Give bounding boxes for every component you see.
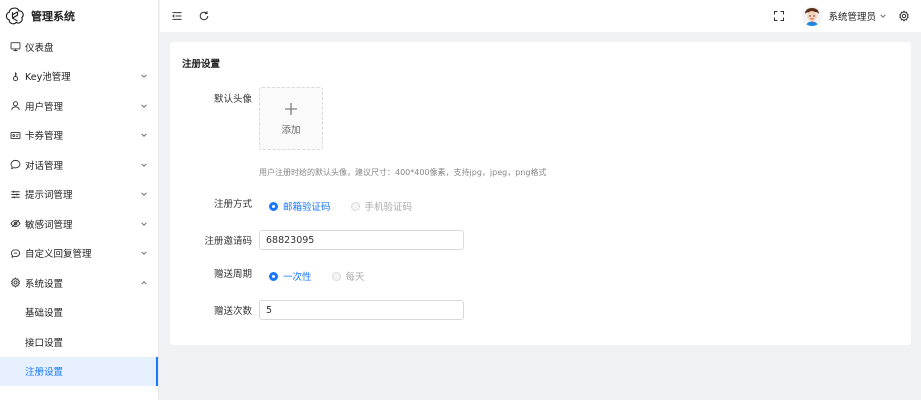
gift-count-label: 赠送次数 xyxy=(213,306,252,317)
invite-code-label: 注册邀请码 xyxy=(204,236,252,247)
sidebar-item-custom-reply[interactable]: 自定义回复管理 xyxy=(0,239,158,269)
radio-dot xyxy=(331,271,341,281)
gift-count-input[interactable] xyxy=(259,300,464,320)
chevron-down-icon xyxy=(140,190,148,198)
radio-dot xyxy=(269,201,278,211)
chevron-down-icon[interactable] xyxy=(879,12,887,20)
radio-label: 手机验证码 xyxy=(364,202,413,213)
radio-phone-code[interactable]: 手机验证码 xyxy=(350,199,413,213)
chevron-down-icon xyxy=(140,72,148,80)
settings-gear-icon[interactable] xyxy=(897,9,911,23)
app-title: 管理系统 xyxy=(31,10,75,23)
sliders-icon xyxy=(9,188,21,200)
avatar[interactable] xyxy=(802,6,823,26)
sidebar-item-label: 自定义回复管理 xyxy=(25,249,92,261)
sidebar-item-dashboard[interactable]: 仪表盘 xyxy=(0,32,158,62)
register-settings-card: 注册设置 默认头像 添加 用户注册时给的默认头像，建议尺寸：400*400像素，… xyxy=(170,42,911,345)
sidebar-item-label: 敏感词管理 xyxy=(25,219,73,231)
app-logo-area[interactable]: 管理系统 xyxy=(0,0,158,32)
sidebar-item-label: Key池管理 xyxy=(25,72,71,84)
chevron-down-icon xyxy=(140,220,148,228)
radio-email-code[interactable]: 邮箱验证码 xyxy=(269,199,331,213)
radio-label: 每天 xyxy=(345,272,365,283)
chat-icon xyxy=(9,159,21,171)
gear-icon xyxy=(9,277,21,289)
gift-period-label: 赠送周期 xyxy=(213,269,252,280)
user-icon xyxy=(9,100,21,112)
page-title: 注册设置 xyxy=(182,59,221,70)
sidebar-item-users[interactable]: 用户管理 xyxy=(0,91,158,121)
sidebar-item-label: 系统设置 xyxy=(25,278,64,290)
sidebar-subitem-label: 基础设置 xyxy=(25,308,64,320)
radio-dot xyxy=(269,271,278,281)
sidebar-subitem-label: 接口设置 xyxy=(25,337,64,349)
menu-fold-icon[interactable] xyxy=(170,9,184,23)
chevron-down-icon xyxy=(140,249,148,257)
sidebar-menu: 仪表盘 Key池管理 用户管理 卡券管理 对话管理 提示词管理 敏感词管理 自定… xyxy=(0,32,158,386)
sidebar-subitem-register-settings[interactable]: 注册设置 xyxy=(0,356,158,386)
user-name[interactable]: 系统管理员 xyxy=(828,9,876,23)
sidebar-item-label: 用户管理 xyxy=(25,101,64,113)
radio-one-time[interactable]: 一次性 xyxy=(269,269,312,283)
fullscreen-icon[interactable] xyxy=(772,9,786,23)
sidebar-item-system-settings[interactable]: 系统设置 xyxy=(0,268,158,298)
openai-logo-icon xyxy=(5,6,25,26)
radio-label: 一次性 xyxy=(283,272,312,283)
upload-label: 添加 xyxy=(281,124,301,136)
avatar-label: 默认头像 xyxy=(213,94,252,105)
card-icon xyxy=(9,129,21,141)
sidebar-item-chats[interactable]: 对话管理 xyxy=(0,150,158,180)
sidebar-item-label: 提示词管理 xyxy=(25,190,73,202)
sidebar-item-sensitive-words[interactable]: 敏感词管理 xyxy=(0,209,158,239)
plus-icon xyxy=(284,102,298,116)
sidebar-item-label: 仪表盘 xyxy=(25,42,54,54)
sidebar-item-label: 卡券管理 xyxy=(25,131,64,143)
sidebar: 管理系统 仪表盘 Key池管理 用户管理 卡券管理 对话管理 提示词管理 敏感词… xyxy=(0,0,159,400)
sidebar-subitem-basic-settings[interactable]: 基础设置 xyxy=(0,298,158,328)
top-header: 系统管理员 xyxy=(160,0,921,32)
sidebar-item-cards[interactable]: 卡券管理 xyxy=(0,121,158,151)
avatar-upload-button[interactable]: 添加 xyxy=(259,87,323,150)
radio-dot xyxy=(350,201,360,211)
key-icon xyxy=(9,70,21,82)
sidebar-item-key-pool[interactable]: Key池管理 xyxy=(0,62,158,92)
chevron-down-icon xyxy=(140,102,148,110)
chevron-up-icon xyxy=(140,279,148,287)
radio-label: 邮箱验证码 xyxy=(283,202,331,213)
radio-daily[interactable]: 每天 xyxy=(331,269,365,283)
eye-off-icon xyxy=(9,218,21,230)
invite-code-input[interactable] xyxy=(259,230,464,250)
sidebar-item-label: 对话管理 xyxy=(25,160,64,172)
register-method-radio-group: 邮箱验证码 手机验证码 xyxy=(269,199,432,213)
chevron-down-icon xyxy=(140,161,148,169)
sidebar-subitem-label: 注册设置 xyxy=(25,367,64,379)
gift-period-radio-group: 一次性 每天 xyxy=(269,269,385,283)
sidebar-item-prompts[interactable]: 提示词管理 xyxy=(0,180,158,210)
register-method-label: 注册方式 xyxy=(213,199,252,210)
refresh-icon[interactable] xyxy=(197,9,211,23)
sidebar-subitem-api-settings[interactable]: 接口设置 xyxy=(0,327,158,357)
avatar-hint: 用户注册时给的默认头像，建议尺寸：400*400像素，支持jpg，jpeg，pn… xyxy=(259,168,547,177)
chevron-down-icon xyxy=(140,131,148,139)
reply-icon xyxy=(9,247,21,259)
monitor-icon xyxy=(9,41,21,53)
